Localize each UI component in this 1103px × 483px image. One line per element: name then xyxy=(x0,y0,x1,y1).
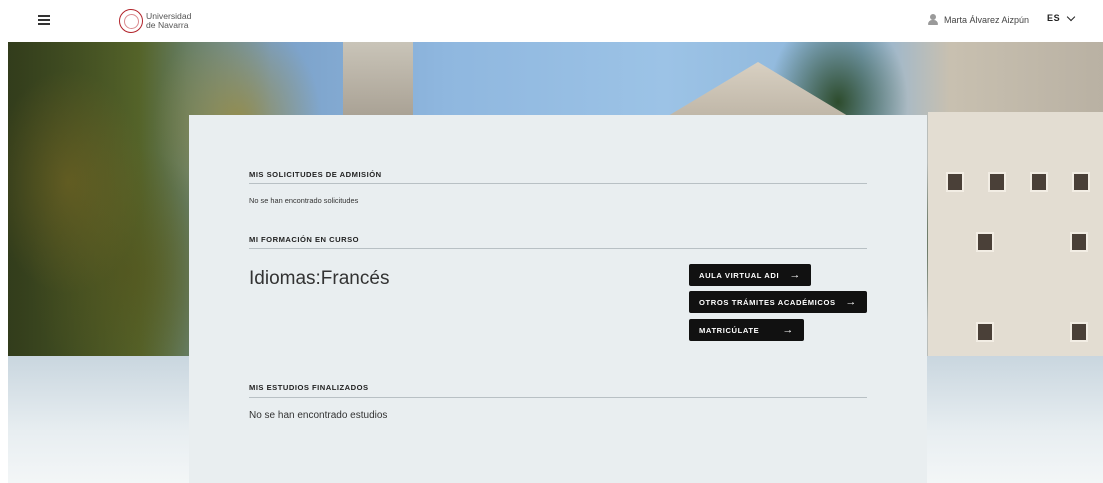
admissions-empty-text: No se han encontrado solicitudes xyxy=(249,196,359,205)
university-logo[interactable]: Universidad de Navarra xyxy=(119,6,191,36)
arrow-right-icon: → xyxy=(789,269,801,281)
virtual-classroom-button[interactable]: AULA VIRTUAL ADI → xyxy=(689,264,811,286)
divider xyxy=(249,183,867,184)
other-procedures-button[interactable]: OTROS TRÁMITES ACADÉMICOS → xyxy=(689,291,867,313)
divider xyxy=(249,248,867,249)
enroll-button[interactable]: MATRICÚLATE → xyxy=(689,319,804,341)
user-name: Marta Álvarez Aizpún xyxy=(944,15,1030,25)
hamburger-menu-icon[interactable] xyxy=(38,13,54,29)
building-facade xyxy=(658,62,858,122)
enroll-label: MATRICÚLATE xyxy=(699,325,760,335)
logo-text: Universidad de Navarra xyxy=(146,12,191,30)
course-name: Idiomas:Francés xyxy=(249,268,390,289)
building-wing xyxy=(928,112,1103,356)
finished-studies-empty-text: No se han encontrado estudios xyxy=(249,410,388,421)
finished-studies-title: MIS ESTUDIOS FINALIZADOS xyxy=(249,383,369,392)
user-menu[interactable]: Marta Álvarez Aizpún xyxy=(927,14,1029,26)
other-procedures-label: OTROS TRÁMITES ACADÉMICOS xyxy=(699,297,836,307)
building-tower xyxy=(343,42,413,122)
admissions-title: MIS SOLICITUDES DE ADMISIÓN xyxy=(249,170,382,179)
arrow-right-icon: → xyxy=(845,296,857,308)
top-header: Universidad de Navarra Marta Álvarez Aiz… xyxy=(0,0,1103,42)
divider xyxy=(249,397,867,398)
arrow-right-icon: → xyxy=(782,324,794,336)
language-label: ES xyxy=(1047,13,1061,23)
logo-line-2: de Navarra xyxy=(146,20,189,30)
language-selector[interactable]: ES xyxy=(1047,12,1076,23)
current-training-title: MI FORMACIÓN EN CURSO xyxy=(249,235,360,244)
university-seal-icon xyxy=(119,9,143,33)
virtual-classroom-label: AULA VIRTUAL ADI xyxy=(699,270,780,280)
chevron-down-icon xyxy=(1066,12,1076,21)
main-panel: MIS SOLICITUDES DE ADMISIÓN No se han en… xyxy=(189,115,927,483)
user-icon xyxy=(927,14,939,26)
